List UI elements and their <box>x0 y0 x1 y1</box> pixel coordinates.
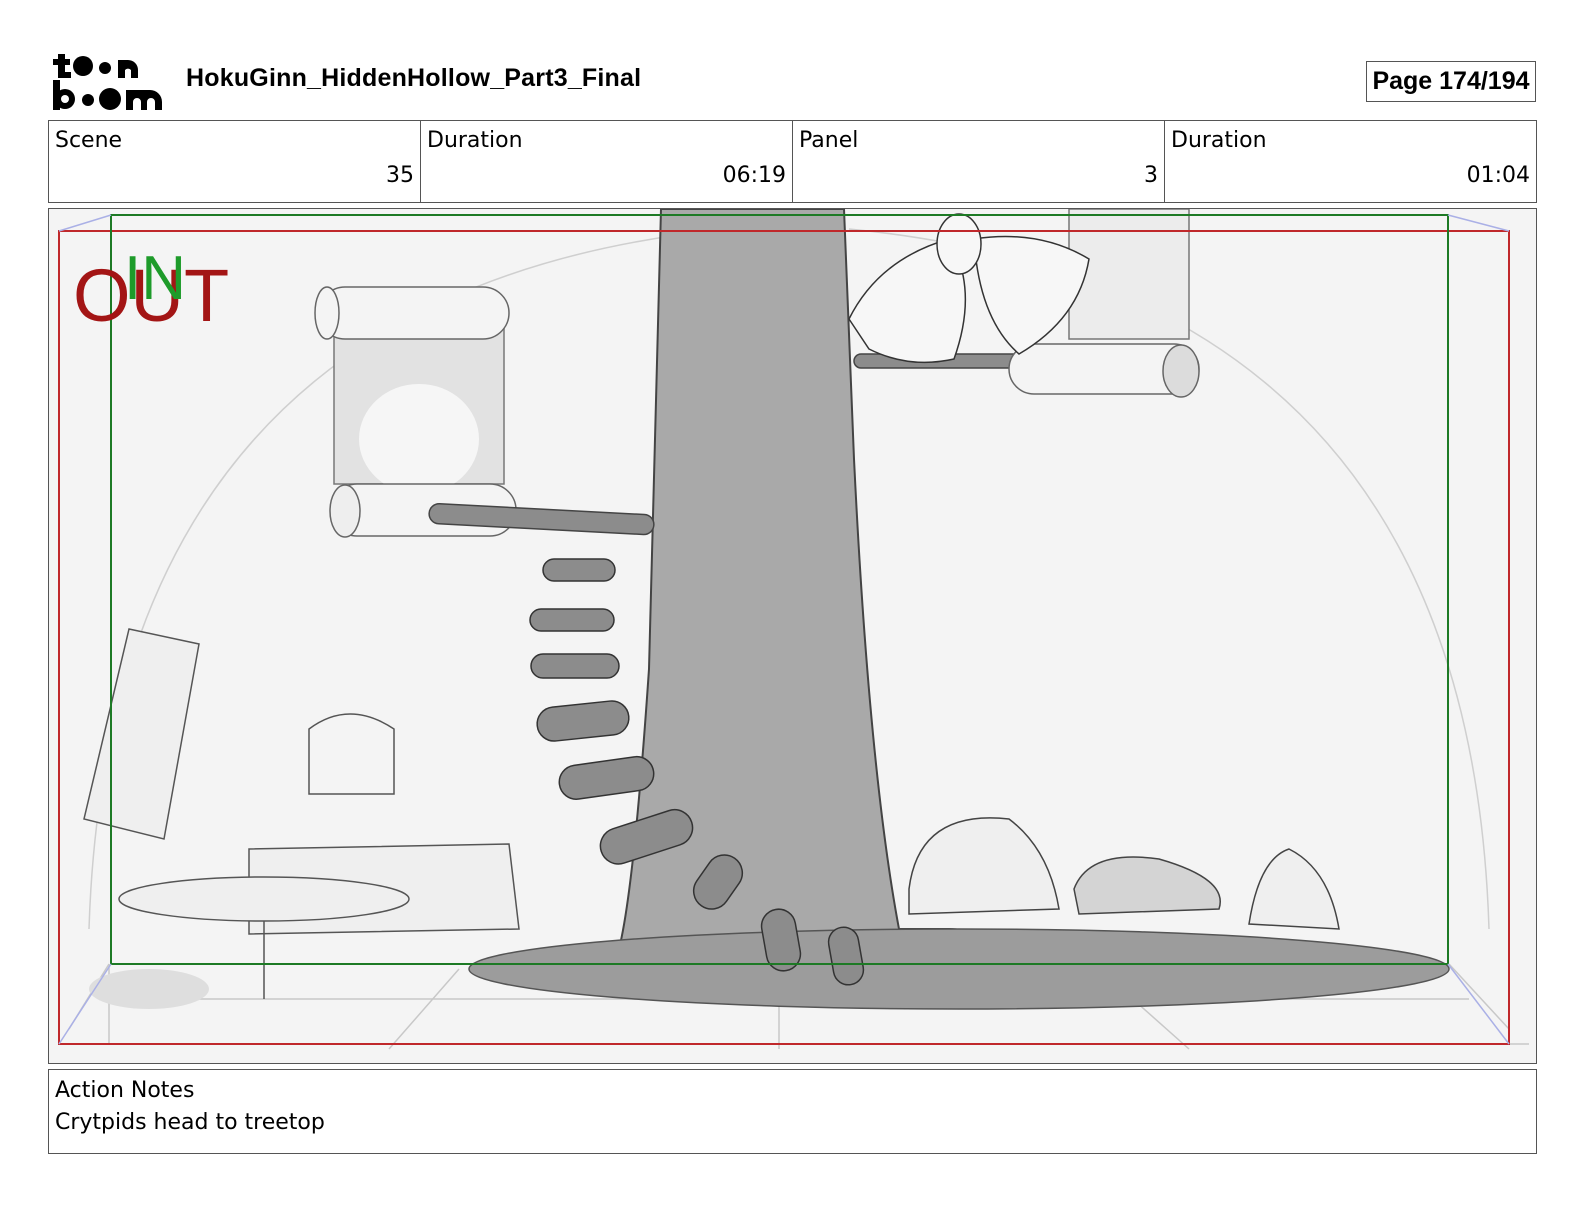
storyboard-panel: OUT IN <box>48 208 1537 1064</box>
creature-sketch <box>848 213 1090 364</box>
scene-label: Scene <box>55 128 123 153</box>
panel-duration-label: Duration <box>1171 128 1267 153</box>
scene-cell: Scene 35 <box>49 121 421 202</box>
bedding-sketch <box>908 817 1340 930</box>
panel-duration-cell: Duration 01:04 <box>1165 121 1536 202</box>
scroll-window-sketch <box>314 286 517 538</box>
scene-duration-cell: Duration 06:19 <box>421 121 793 202</box>
in-marker: IN <box>124 244 186 313</box>
tree-base <box>468 928 1450 1010</box>
scene-duration-value: 06:19 <box>722 163 786 188</box>
panel-sketch: OUT IN <box>58 209 1529 1050</box>
document-title: HokuGinn_HiddenHollow_Part3_Final <box>186 64 642 92</box>
page-indicator: Page 174/194 <box>1366 61 1536 102</box>
panel-cell: Panel 3 <box>793 121 1165 202</box>
action-notes-text: Crytpids head to treetop <box>55 1110 325 1135</box>
panel-label: Panel <box>799 128 859 153</box>
furniture-sketch <box>89 843 520 1009</box>
panel-number: 3 <box>1144 163 1158 188</box>
scene-number: 35 <box>386 163 414 188</box>
action-notes-box: Action Notes Crytpids head to treetop <box>48 1069 1537 1154</box>
toon-boom-logo <box>53 54 162 110</box>
scene-duration-label: Duration <box>427 128 523 153</box>
scene-info-row: Scene 35 Duration 06:19 Panel 3 Duration… <box>48 120 1537 203</box>
action-notes-label: Action Notes <box>55 1078 195 1103</box>
left-window-sketch <box>83 628 395 840</box>
panel-duration-value: 01:04 <box>1466 163 1530 188</box>
